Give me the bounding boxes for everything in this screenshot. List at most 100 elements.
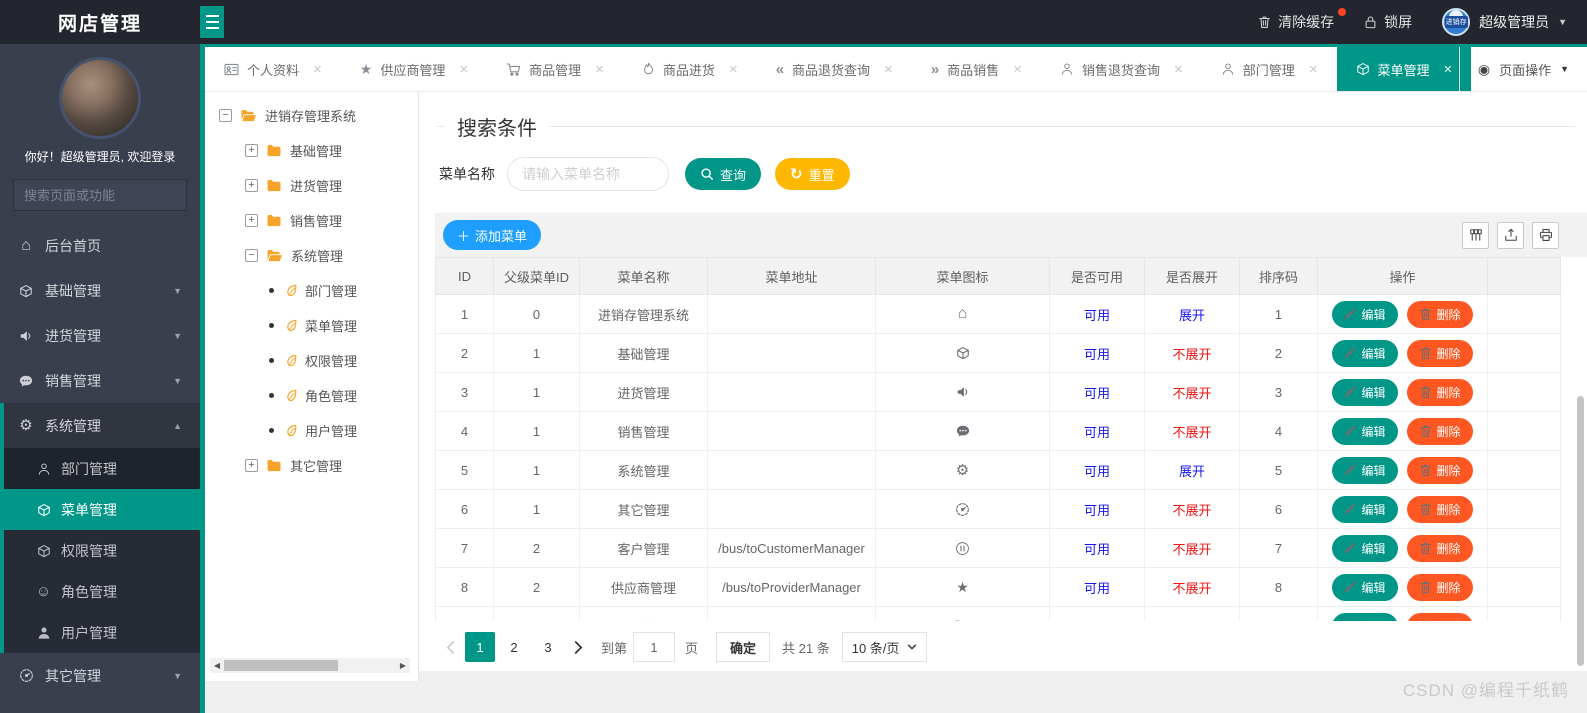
tree-node[interactable]: 部门管理 bbox=[219, 273, 418, 308]
expand-icon[interactable]: + bbox=[245, 144, 258, 157]
sidebar-subitem[interactable]: ☺ 角色管理 bbox=[4, 571, 200, 612]
confirm-button[interactable]: 确定 bbox=[716, 632, 771, 662]
sidebar-search-input[interactable] bbox=[24, 187, 200, 203]
user-menu[interactable]: 进销存 超级管理员 ▼ bbox=[1442, 8, 1567, 36]
delete-button[interactable]: 删除 bbox=[1406, 573, 1473, 601]
tree-node[interactable]: + 进货管理 bbox=[219, 168, 418, 203]
tree-node[interactable]: 用户管理 bbox=[219, 413, 418, 448]
leaf-icon bbox=[286, 354, 297, 367]
close-icon[interactable]: × bbox=[1309, 61, 1318, 78]
delete-button[interactable]: 删除 bbox=[1406, 378, 1473, 406]
jump-page-input[interactable] bbox=[633, 632, 676, 662]
tree-node[interactable]: − 进销存管理系统 bbox=[219, 98, 418, 133]
query-button[interactable]: 查询 bbox=[685, 158, 762, 190]
sidebar-subitem[interactable]: 权限管理 bbox=[4, 530, 200, 571]
tab-item[interactable]: 商品进货 × bbox=[623, 47, 757, 91]
delete-button[interactable]: 删除 bbox=[1406, 456, 1473, 484]
collapse-icon[interactable]: − bbox=[245, 249, 258, 262]
close-icon[interactable]: × bbox=[595, 61, 604, 78]
edit-button[interactable]: 编辑 bbox=[1332, 417, 1398, 445]
tree-horizontal-scrollbar[interactable]: ◀ ▶ bbox=[210, 658, 410, 673]
tree-node[interactable]: 菜单管理 bbox=[219, 308, 418, 343]
table-vertical-scrollbar[interactable] bbox=[1577, 304, 1584, 713]
folder-icon bbox=[266, 144, 282, 157]
delete-button[interactable]: 删除 bbox=[1406, 495, 1473, 523]
user-photo[interactable] bbox=[62, 60, 138, 136]
trash-icon bbox=[1419, 580, 1432, 594]
tree-node[interactable]: 权限管理 bbox=[219, 343, 418, 378]
chevron-down-icon: ▼ bbox=[1558, 17, 1567, 27]
print-button[interactable] bbox=[1532, 221, 1559, 249]
expand-icon[interactable]: + bbox=[245, 459, 258, 472]
sidebar-subitem[interactable]: 菜单管理 bbox=[4, 489, 200, 530]
delete-button[interactable]: 删除 bbox=[1406, 300, 1473, 328]
tab-item[interactable]: 菜单管理 × bbox=[1336, 47, 1472, 91]
edit-label: 编辑 bbox=[1361, 307, 1386, 322]
sidebar-item-link[interactable]: ⌂ 后台首页 bbox=[0, 223, 200, 268]
sidebar-item-link[interactable]: 其它管理 ▼ bbox=[0, 653, 200, 698]
per-page-select[interactable]: 10 条/页 bbox=[841, 632, 928, 662]
delete-button[interactable]: 删除 bbox=[1406, 612, 1473, 621]
hamburger-icon[interactable] bbox=[200, 6, 224, 38]
sidebar-item-link[interactable]: 进货管理 ▼ bbox=[0, 313, 200, 358]
expand-icon[interactable]: + bbox=[245, 214, 258, 227]
tab-item[interactable]: 个人资料 × bbox=[205, 47, 341, 91]
close-icon[interactable]: × bbox=[729, 61, 738, 78]
scrollbar-thumb[interactable] bbox=[224, 660, 338, 671]
collapse-icon[interactable]: − bbox=[219, 109, 232, 122]
tree-node[interactable]: − 系统管理 bbox=[219, 238, 418, 273]
delete-button[interactable]: 删除 bbox=[1406, 339, 1473, 367]
prev-page-icon[interactable] bbox=[437, 632, 463, 662]
tree-node[interactable]: + 其它管理 bbox=[219, 448, 418, 483]
delete-button[interactable]: 删除 bbox=[1406, 534, 1473, 562]
sidebar-item-link[interactable]: 销售管理 ▼ bbox=[0, 358, 200, 403]
edit-button[interactable]: 编辑 bbox=[1332, 300, 1398, 328]
sidebar-subitem[interactable]: 用户管理 bbox=[4, 612, 200, 653]
close-icon[interactable]: × bbox=[1013, 61, 1022, 78]
edit-button[interactable]: 编辑 bbox=[1332, 378, 1398, 406]
edit-button[interactable]: 编辑 bbox=[1332, 339, 1398, 367]
scroll-left-icon[interactable]: ◀ bbox=[212, 661, 222, 670]
tab-item[interactable]: » 商品销售 × bbox=[912, 47, 1041, 91]
edit-button[interactable]: 编辑 bbox=[1332, 573, 1398, 601]
edit-button[interactable]: 编辑 bbox=[1332, 495, 1398, 523]
lock-screen-button[interactable]: 锁屏 bbox=[1364, 12, 1412, 32]
tab-item[interactable]: ★ 供应商管理 × bbox=[341, 47, 487, 91]
grid-button[interactable] bbox=[1462, 221, 1489, 249]
tab-item[interactable]: 部门管理 × bbox=[1202, 47, 1337, 91]
close-icon[interactable]: × bbox=[1444, 61, 1453, 78]
add-menu-button[interactable]: ＋ 添加菜单 bbox=[443, 220, 542, 250]
menu-name-input[interactable] bbox=[507, 157, 669, 191]
page-number[interactable]: 3 bbox=[533, 632, 563, 662]
reset-button[interactable]: ↻ 重置 bbox=[775, 158, 850, 190]
expand-icon[interactable]: + bbox=[245, 179, 258, 192]
sidebar-item-expanded[interactable]: ⚙ 系统管理 ▲ bbox=[4, 403, 200, 448]
edit-button[interactable]: 编辑 bbox=[1332, 456, 1398, 484]
export-button[interactable] bbox=[1497, 221, 1524, 249]
tree-node[interactable]: + 销售管理 bbox=[219, 203, 418, 238]
close-icon[interactable]: × bbox=[459, 61, 468, 78]
close-icon[interactable]: × bbox=[1174, 61, 1183, 78]
edit-label: 编辑 bbox=[1361, 580, 1386, 595]
page-number[interactable]: 2 bbox=[499, 632, 529, 662]
sidebar-subitem-label: 权限管理 bbox=[61, 542, 117, 559]
page-operations-button[interactable]: ◉ 页面操作 ▼ bbox=[1458, 47, 1587, 91]
tab-item[interactable]: 销售退货查询 × bbox=[1041, 47, 1202, 91]
sidebar-item-link[interactable]: 基础管理 ▼ bbox=[0, 268, 200, 313]
tab-item[interactable]: « 商品退货查询 × bbox=[757, 47, 912, 91]
sidebar-subitem[interactable]: 部门管理 bbox=[4, 448, 200, 489]
close-icon[interactable]: × bbox=[313, 61, 322, 78]
scroll-right-icon[interactable]: ▶ bbox=[398, 661, 408, 670]
folder-icon bbox=[266, 459, 282, 472]
close-icon[interactable]: × bbox=[884, 61, 893, 78]
scrollbar-thumb[interactable] bbox=[1577, 396, 1584, 666]
tree-node[interactable]: 角色管理 bbox=[219, 378, 418, 413]
delete-button[interactable]: 删除 bbox=[1406, 417, 1473, 445]
next-page-icon[interactable] bbox=[565, 632, 591, 662]
clear-cache-button[interactable]: 清除缓存 bbox=[1258, 8, 1347, 32]
edit-button[interactable]: 编辑 bbox=[1332, 612, 1398, 621]
tree-node[interactable]: + 基础管理 bbox=[219, 133, 418, 168]
tab-item[interactable]: 商品管理 × bbox=[487, 47, 623, 91]
page-number[interactable]: 1 bbox=[465, 632, 495, 662]
edit-button[interactable]: 编辑 bbox=[1332, 534, 1398, 562]
